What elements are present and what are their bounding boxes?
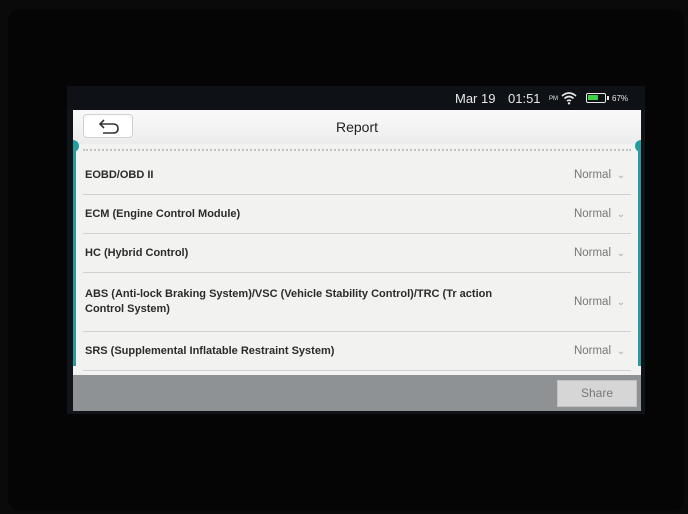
accent-bar-right xyxy=(638,146,641,366)
list-item[interactable]: ECM (Engine Control Module) Normal ⌄ xyxy=(83,195,631,234)
chevron-down-icon: ⌄ xyxy=(616,208,626,220)
report-window: Report EOBD/OBD II Normal ⌄ ECM (Engine … xyxy=(73,110,641,411)
dotted-divider xyxy=(83,149,631,151)
chevron-down-icon: ⌄ xyxy=(616,296,626,308)
accent-bar-left xyxy=(73,146,76,366)
list-item[interactable]: EOBD/OBD II Normal ⌄ xyxy=(83,156,631,195)
chevron-down-icon: ⌄ xyxy=(616,169,626,181)
list-item[interactable]: HC (Hybrid Control) Normal ⌄ xyxy=(83,234,631,273)
system-status: Normal xyxy=(573,296,611,308)
list-item[interactable]: SRS (Supplemental Inflatable Restraint S… xyxy=(83,332,631,371)
status-date: Mar 19 xyxy=(455,91,496,106)
wifi-icon xyxy=(561,92,577,105)
system-name: SRS (Supplemental Inflatable Restraint S… xyxy=(85,344,335,357)
system-status: Normal xyxy=(573,208,611,220)
battery-percent: 67% xyxy=(612,94,629,103)
share-button[interactable]: Share xyxy=(557,380,637,407)
system-status: Normal xyxy=(573,345,611,357)
status-ampm: PM xyxy=(549,96,558,102)
page-title: Report xyxy=(335,119,379,135)
report-list: EOBD/OBD II Normal ⌄ ECM (Engine Control… xyxy=(83,156,631,371)
status-bar: Mar 19 01:51 PM 67% xyxy=(67,86,645,110)
battery-icon xyxy=(586,93,609,103)
system-name: EOBD/OBD II xyxy=(85,168,154,181)
bottom-bar: Share xyxy=(73,375,641,411)
system-status: Normal xyxy=(573,169,611,181)
system-name: ABS (Anti-lock Braking System)/VSC (Vehi… xyxy=(85,288,493,315)
status-time: 01:51 xyxy=(508,91,541,106)
system-name: ECM (Engine Control Module) xyxy=(85,207,241,220)
chevron-down-icon: ⌄ xyxy=(616,345,626,357)
title-bar: Report xyxy=(73,110,641,144)
battery-level xyxy=(588,95,599,100)
chevron-down-icon: ⌄ xyxy=(616,247,626,259)
system-name: HC (Hybrid Control) xyxy=(85,246,189,259)
list-item[interactable]: ABS (Anti-lock Braking System)/VSC (Vehi… xyxy=(83,273,631,332)
system-status: Normal xyxy=(573,247,611,259)
device-screen: Mar 19 01:51 PM 67% Report EOBD/OBD II N… xyxy=(67,86,645,414)
